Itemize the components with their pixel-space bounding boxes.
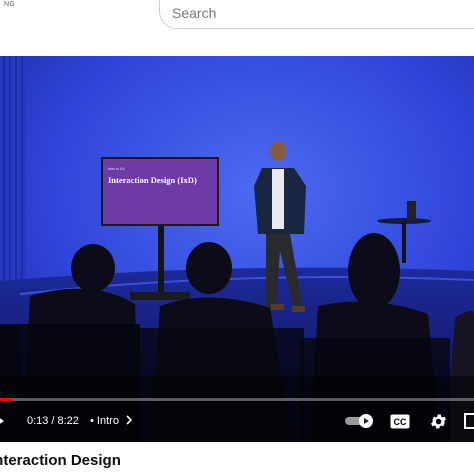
presenter-shoe <box>271 304 284 310</box>
time-total: 8:22 <box>57 415 79 427</box>
slide-small-text: Intro to UX <box>108 167 125 171</box>
chapter-bullet: • <box>90 415 94 427</box>
progress-played <box>0 398 13 401</box>
audience-head <box>348 233 400 309</box>
progress-bar[interactable] <box>0 398 474 401</box>
table-leg <box>402 221 406 263</box>
presenter-head <box>270 141 286 161</box>
miniplayer-icon[interactable] <box>464 413 474 429</box>
settings-gear-icon[interactable] <box>429 412 448 431</box>
chapter-label: Intro <box>96 415 119 427</box>
audience-head <box>186 242 232 294</box>
region-code: NG <box>4 1 16 8</box>
captions-icon[interactable]: CC <box>390 414 410 429</box>
video-title: Interaction Design <box>0 452 121 469</box>
slide-title: Interaction Design (IxD) <box>108 175 197 185</box>
top-bar: NG <box>0 0 474 56</box>
svg-text:CC: CC <box>394 417 407 427</box>
chapter-button[interactable]: • Intro <box>90 415 133 427</box>
monitor-stand <box>158 226 164 294</box>
video-frame[interactable]: Intro to UX Interaction Design (IxD) <box>0 56 474 442</box>
search-input[interactable] <box>172 3 452 23</box>
video-player[interactable]: Intro to UX Interaction Design (IxD) 0:1… <box>0 56 474 442</box>
play-pause-icon[interactable] <box>0 412 10 430</box>
monitor-base <box>130 292 190 300</box>
chevron-right-icon <box>126 415 133 425</box>
search-box[interactable] <box>159 0 474 29</box>
time-current: 0:13 <box>27 415 49 427</box>
time-display: 0:13/8:22 <box>27 415 82 427</box>
presenter-shirt <box>272 169 284 229</box>
audience-head <box>71 244 115 292</box>
time-separator: / <box>51 415 55 427</box>
presenter-shoe <box>292 306 305 312</box>
player-controls: 0:13/8:22 • Intro CC <box>0 406 474 438</box>
autoplay-toggle-icon[interactable] <box>345 414 375 428</box>
table-object <box>407 201 416 220</box>
